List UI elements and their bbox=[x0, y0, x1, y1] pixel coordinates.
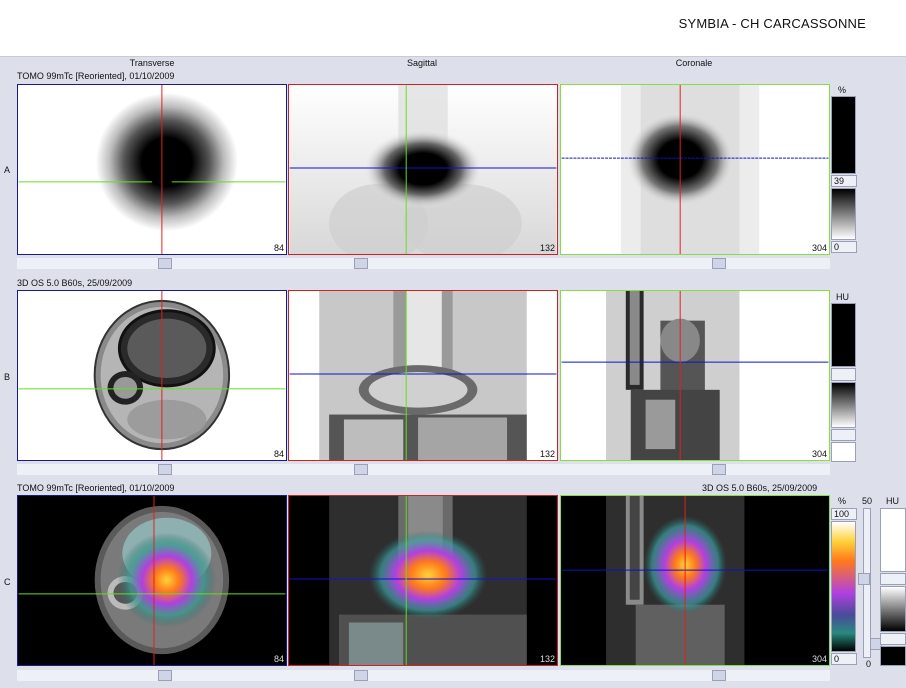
slice-number: 84 bbox=[273, 449, 284, 459]
slice-number: 132 bbox=[539, 243, 555, 253]
row-c-ct-colorbar-handle-low[interactable] bbox=[880, 633, 906, 645]
ct-coronal-image bbox=[561, 291, 829, 460]
row-c-blend-value: 50 bbox=[862, 496, 873, 506]
row-b-label: B bbox=[4, 372, 11, 382]
ct-transverse-image bbox=[18, 291, 286, 460]
fusion-sagittal-image bbox=[289, 496, 557, 665]
row-a-colorbar-top[interactable] bbox=[831, 96, 856, 174]
row-b-colorbar-handle-low[interactable] bbox=[831, 429, 856, 441]
slice-number: 304 bbox=[811, 243, 827, 253]
header-bar: SYMBIA - CH CARCASSONNE bbox=[0, 0, 906, 57]
transverse-slice-slider[interactable] bbox=[158, 464, 172, 475]
row-b-colorbar-unit: HU bbox=[836, 292, 849, 302]
row-c-colorbar-unit: % bbox=[838, 496, 847, 506]
row-c-ct-colorbar-handle[interactable] bbox=[880, 573, 906, 585]
column-header-transverse: Transverse bbox=[129, 58, 175, 68]
row-c-series-info-ct: 3D OS 5.0 B60s, 25/09/2009 bbox=[702, 483, 818, 493]
row-a-colorbar-gradient[interactable] bbox=[831, 188, 856, 240]
row-b-colorbar-bottom bbox=[831, 442, 856, 462]
row-c-ct-colorbar-bottom bbox=[880, 646, 906, 666]
row-b-series-info: 3D OS 5.0 B60s, 25/09/2009 bbox=[17, 278, 133, 288]
sagittal-slice-slider[interactable] bbox=[354, 670, 368, 681]
blend-slider-thumb[interactable] bbox=[858, 573, 870, 585]
app-title: SYMBIA - CH CARCASSONNE bbox=[678, 16, 866, 31]
coronal-slice-slider[interactable] bbox=[712, 258, 726, 269]
fusion-coronal-image bbox=[561, 496, 829, 665]
column-header-sagittal: Sagittal bbox=[406, 58, 438, 68]
slice-number: 132 bbox=[539, 449, 555, 459]
row-a-series-info: TOMO 99mTc [Reoriented], 01/10/2009 bbox=[17, 71, 175, 81]
slice-number: 132 bbox=[539, 654, 555, 664]
row-b-colorbar-top[interactable] bbox=[831, 303, 856, 367]
row-c-label: C bbox=[4, 577, 11, 587]
row-b-colorbar-handle[interactable] bbox=[831, 368, 856, 381]
row-a-slider-track bbox=[17, 258, 830, 269]
sagittal-slice-slider[interactable] bbox=[354, 464, 368, 475]
viewport-b-transverse[interactable]: 84 bbox=[17, 290, 287, 461]
viewport-b-sagittal[interactable]: 132 bbox=[288, 290, 558, 461]
row-c-slider-track bbox=[17, 670, 830, 681]
slice-number: 84 bbox=[273, 654, 284, 664]
row-b-colorbar-gradient[interactable] bbox=[831, 382, 856, 428]
slice-number: 304 bbox=[811, 654, 827, 664]
coronal-slice-slider[interactable] bbox=[712, 670, 726, 681]
transverse-slice-slider[interactable] bbox=[158, 670, 172, 681]
row-a-colorbar-unit: % bbox=[838, 85, 847, 95]
transverse-slice-slider[interactable] bbox=[158, 258, 172, 269]
viewport-c-sagittal[interactable]: 132 bbox=[288, 495, 558, 666]
row-c-colorbar-upper[interactable]: 100 bbox=[831, 508, 857, 520]
slice-number: 304 bbox=[811, 449, 827, 459]
row-a-label: A bbox=[4, 165, 11, 175]
row-c-blend-low: 0 bbox=[866, 659, 872, 669]
row-c-colorbar-lower[interactable]: 0 bbox=[831, 653, 857, 665]
nm-sagittal-image bbox=[289, 85, 557, 254]
nm-transverse-image bbox=[18, 85, 286, 254]
viewport-a-sagittal[interactable]: 132 bbox=[288, 84, 558, 255]
row-a-colorbar-upper[interactable]: 39 bbox=[831, 175, 857, 187]
row-c-series-info-nm: TOMO 99mTc [Reoriented], 01/10/2009 bbox=[17, 483, 175, 493]
column-header-coronal: Coronale bbox=[675, 58, 713, 68]
nm-coronal-image bbox=[561, 85, 829, 254]
row-c-colorbar-gradient[interactable] bbox=[831, 521, 856, 652]
viewport-c-coronal[interactable]: 304 bbox=[560, 495, 830, 666]
fusion-transverse-image bbox=[18, 496, 286, 665]
viewport-c-transverse[interactable]: 84 bbox=[17, 495, 287, 666]
row-b-slider-track bbox=[17, 464, 830, 475]
viewport-a-transverse[interactable]: 84 bbox=[17, 84, 287, 255]
row-c-ct-colorbar-top[interactable] bbox=[880, 508, 906, 572]
row-a-colorbar-lower[interactable]: 0 bbox=[831, 241, 857, 253]
viewport-a-coronal[interactable]: 304 bbox=[560, 84, 830, 255]
ct-sagittal-image bbox=[289, 291, 557, 460]
coronal-slice-slider[interactable] bbox=[712, 464, 726, 475]
viewport-b-coronal[interactable]: 304 bbox=[560, 290, 830, 461]
slice-number: 84 bbox=[273, 243, 284, 253]
row-c-ct-colorbar-gradient[interactable] bbox=[880, 586, 906, 632]
row-c-ct-unit: HU bbox=[886, 496, 899, 506]
sagittal-slice-slider[interactable] bbox=[354, 258, 368, 269]
